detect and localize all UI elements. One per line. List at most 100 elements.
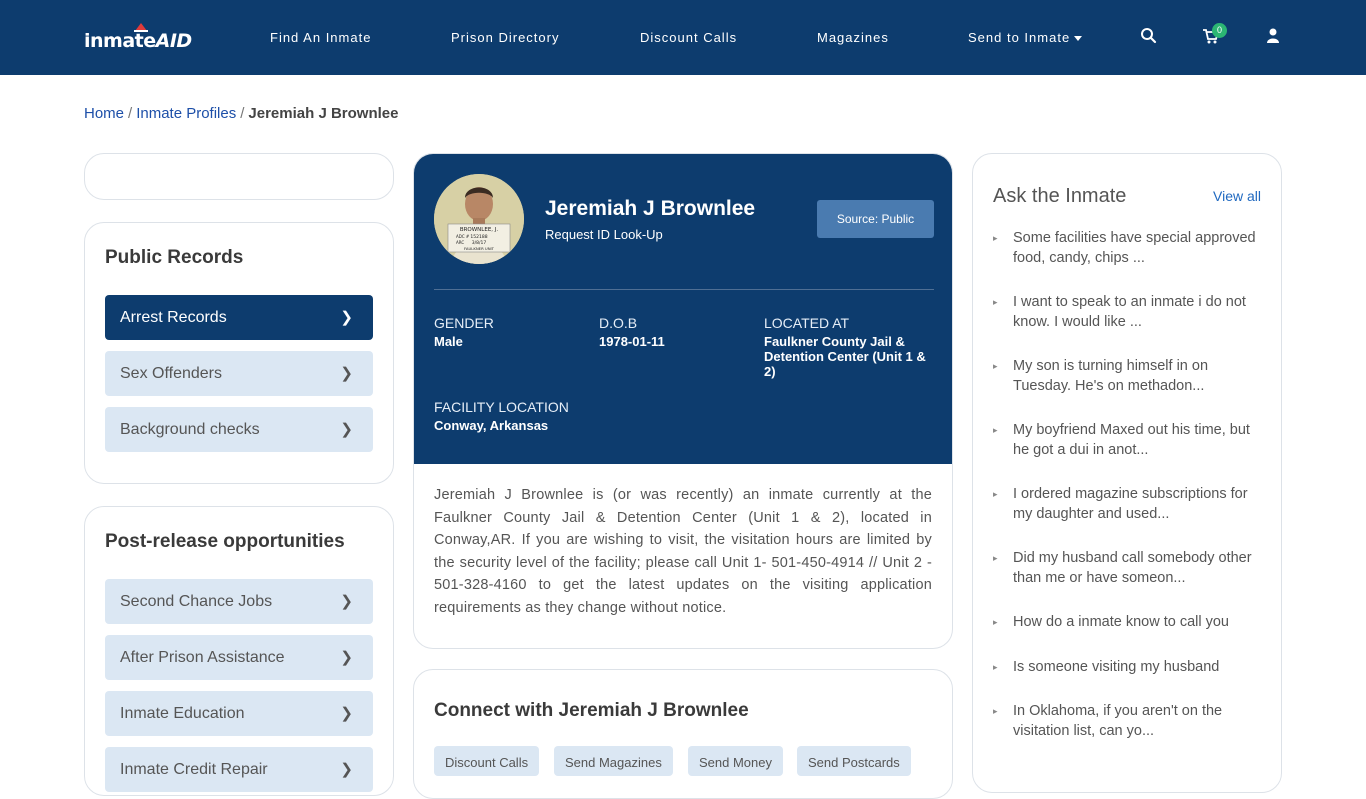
bullet-icon: ▸ [993,617,998,627]
ask-the-inmate-title: Ask the Inmate [993,185,1127,207]
chevron-right-icon: ❯ [340,365,353,382]
chevron-right-icon: ❯ [340,309,353,326]
inmate-description: Jeremiah J Brownlee is (or was recently)… [434,487,932,616]
sidebar-item-label: Sex Offenders [120,365,222,382]
sidebar-item-label: After Prison Assistance [120,649,285,666]
nav-send-to-inmate-label: Send to Inmate [968,30,1071,45]
placard-unit: FAULKNER UNIT [464,246,495,251]
chevron-right-icon: ❯ [340,649,353,666]
post-release-card: Post-release opportunities Second Chance… [84,506,394,796]
breadcrumb-separator: / [128,105,133,122]
view-all-link[interactable]: View all [1213,188,1261,204]
facility-location-label: FACILITY LOCATION [434,399,569,415]
question-item[interactable]: ▸ Did my husband call somebody other than… [993,548,1263,588]
user-icon[interactable] [1264,27,1282,45]
request-id-lookup-link[interactable]: Request ID Look-Up [545,227,663,242]
send-money-button[interactable]: Send Money [688,746,783,776]
question-item[interactable]: ▸ Some facilities have special approved f… [993,228,1263,268]
profile-header: BROWNLEE, J. ADC # 152188 ARC 3/8/17 FAU… [414,154,952,464]
nav-find-inmate[interactable]: Find An Inmate [270,30,371,45]
bullet-icon: ▸ [993,662,998,672]
sidebar-item-label: Inmate Credit Repair [120,761,268,778]
question-text: Some facilities have special approved fo… [1013,230,1256,266]
source-label: Source: Public [836,212,915,226]
sidebar-item-inmate-education[interactable]: Inmate Education ❯ [105,691,373,736]
sidebar-item-arrest-records[interactable]: Arrest Records ❯ [105,295,373,340]
breadcrumb-home-link[interactable]: Home [84,105,124,122]
connect-title: Connect with Jeremiah J Brownlee [434,700,749,721]
inmate-photo: BROWNLEE, J. ADC # 152188 ARC 3/8/17 FAU… [434,174,524,264]
top-navbar: inmateAID Find An Inmate Prison Director… [0,0,1366,75]
nav-send-to-inmate[interactable]: Send to Inmate [968,30,1083,45]
question-item[interactable]: ▸ I ordered magazine subscriptions for my… [993,484,1263,524]
question-text: Did my husband call somebody other than … [1013,550,1252,586]
sidebar-empty-card [84,153,394,200]
chevron-right-icon: ❯ [340,705,353,722]
breadcrumb-profiles-link[interactable]: Inmate Profiles [136,105,236,122]
placard-name: BROWNLEE, J. [460,227,499,233]
breadcrumb: Home / Inmate Profiles / Jeremiah J Brownlee [84,105,398,122]
connect-card: Connect with Jeremiah J Brownlee Discoun… [413,669,953,799]
inmateaid-logo[interactable]: inmateAID [84,22,192,54]
gender-label: GENDER [434,315,494,331]
question-item[interactable]: ▸ My son is turning himself in on Tuesday… [993,356,1263,396]
chevron-right-icon: ❯ [340,593,353,610]
sidebar-item-after-prison-assistance[interactable]: After Prison Assistance ❯ [105,635,373,680]
chevron-right-icon: ❯ [340,421,353,438]
sidebar-item-sex-offenders[interactable]: Sex Offenders ❯ [105,351,373,396]
discount-calls-button[interactable]: Discount Calls [434,746,540,776]
chevron-right-icon: ❯ [340,761,353,778]
question-text: How do a inmate know to call you [1013,614,1229,630]
mugshot-image: BROWNLEE, J. ADC # 152188 ARC 3/8/17 FAU… [434,174,524,264]
facility-location-value: Conway, Arkansas [434,418,549,433]
nav-prison-directory[interactable]: Prison Directory [451,30,559,45]
caret-down-icon [1074,36,1083,42]
logo-text-aid: AID [155,30,193,52]
placard-adc-label: ADC # [456,234,470,239]
bullet-icon: ▸ [993,361,998,371]
sidebar-item-inmate-credit-repair[interactable]: Inmate Credit Repair ❯ [105,747,373,792]
nav-discount-calls[interactable]: Discount Calls [640,30,737,45]
question-item[interactable]: ▸ How do a inmate know to call you [993,612,1263,632]
located-at-value: Faulkner County Jail & Detention Center … [764,334,926,379]
sidebar-item-label: Arrest Records [120,309,227,326]
question-text: I want to speak to an inmate i do not kn… [1013,294,1246,330]
bullet-icon: ▸ [993,297,998,307]
question-text: Is someone visiting my husband [1013,659,1220,675]
search-icon[interactable] [1140,27,1158,45]
dob-label: D.O.B [599,315,638,331]
sidebar-item-label: Background checks [120,421,260,438]
bullet-icon: ▸ [993,233,998,243]
question-text: In Oklahoma, if you aren't on the visita… [1013,703,1223,739]
cart-count-badge: 0 [1212,23,1227,38]
question-text: My boyfriend Maxed out his time, but he … [1013,422,1250,458]
question-item[interactable]: ▸ My boyfriend Maxed out his time, but he… [993,420,1263,460]
question-text: My son is turning himself in on Tuesday.… [1013,358,1209,394]
sidebar-item-label: Inmate Education [120,705,245,722]
located-at-label: LOCATED AT [764,315,850,331]
send-postcards-button[interactable]: Send Postcards [797,746,911,776]
inmate-name: Jeremiah J Brownlee [545,197,756,220]
ask-the-inmate-card: Ask the Inmate View all ▸ Some facilities… [972,153,1282,793]
question-item[interactable]: ▸ In Oklahoma, if you aren't on the visit… [993,701,1263,741]
dob-value: 1978-01-11 [599,334,665,349]
breadcrumb-current: Jeremiah J Brownlee [248,105,399,122]
placard-adc: 152188 [470,234,487,240]
profile-divider [434,289,934,290]
question-item[interactable]: ▸ Is someone visiting my husband [993,657,1263,677]
bullet-icon: ▸ [993,553,998,563]
nav-magazines[interactable]: Magazines [817,30,889,45]
sidebar-item-background-checks[interactable]: Background checks ❯ [105,407,373,452]
send-magazines-button[interactable]: Send Magazines [554,746,673,776]
breadcrumb-separator: / [240,105,245,122]
placard-arc-label: ARC [456,240,464,245]
sidebar-item-second-chance-jobs[interactable]: Second Chance Jobs ❯ [105,579,373,624]
inmate-profile-card: BROWNLEE, J. ADC # 152188 ARC 3/8/17 FAU… [413,153,953,649]
source-badge: Source: Public [817,200,934,238]
post-release-title: Post-release opportunities [105,531,345,552]
bullet-icon: ▸ [993,489,998,499]
gender-value: Male [434,334,463,349]
question-item[interactable]: ▸ I want to speak to an inmate i do not k… [993,292,1263,332]
public-records-card: Public Records Arrest Records ❯ Sex Offe… [84,222,394,484]
logo-text: inmate [84,30,156,52]
